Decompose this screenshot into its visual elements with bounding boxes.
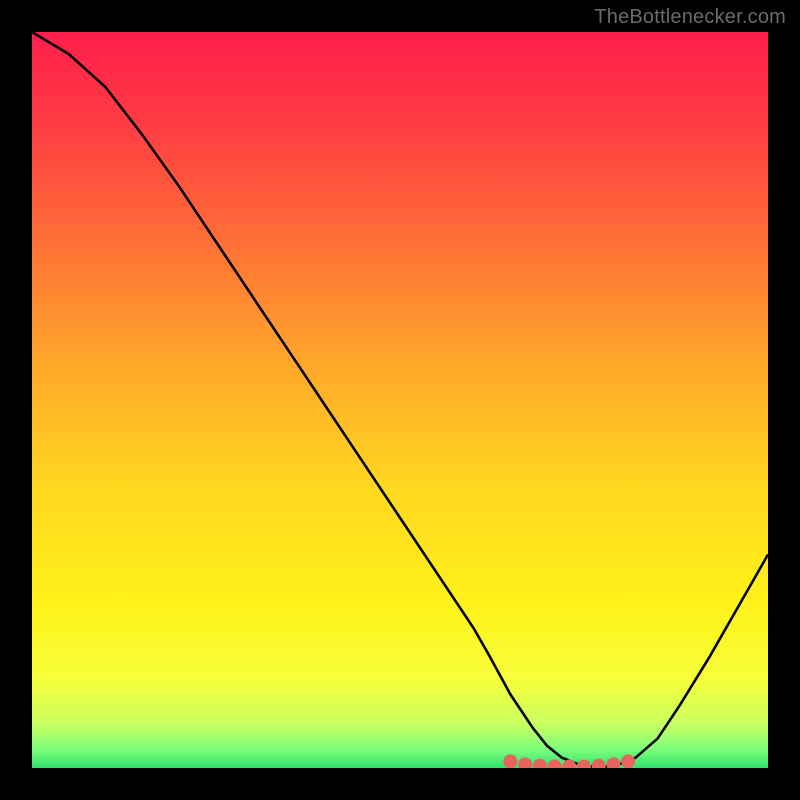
chart-outer: TheBottlenecker.com bbox=[0, 0, 800, 800]
watermark: TheBottlenecker.com bbox=[594, 6, 786, 29]
marker-bottom-markers bbox=[621, 754, 635, 768]
chart-background bbox=[32, 32, 768, 768]
plot-area bbox=[32, 32, 768, 768]
marker-bottom-markers bbox=[503, 754, 517, 768]
chart-svg bbox=[32, 32, 768, 768]
